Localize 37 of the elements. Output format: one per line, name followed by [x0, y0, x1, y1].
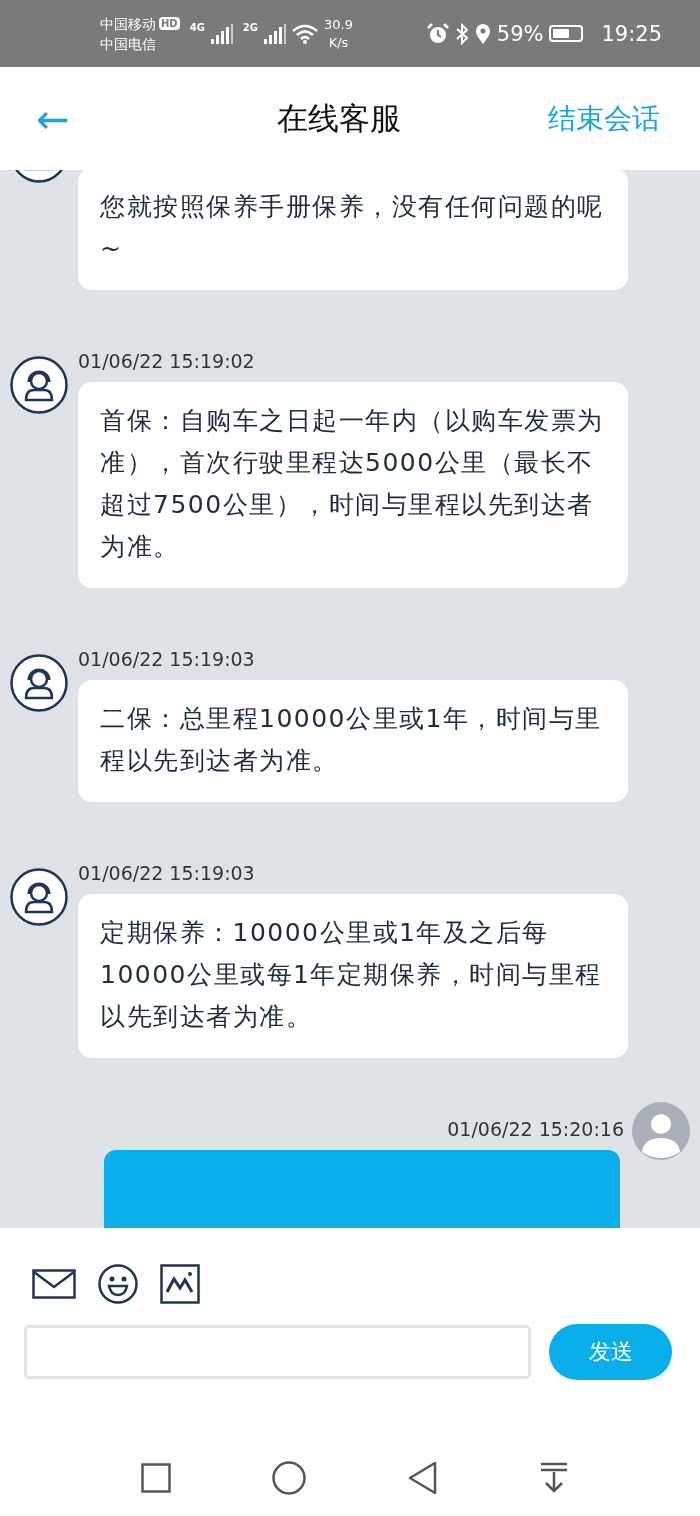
message-timestamp: 01/06/22 15:19:03	[78, 647, 256, 672]
alarm-icon	[426, 22, 449, 45]
battery-percent: 59%	[496, 21, 544, 46]
clock-time: 19:25	[601, 21, 662, 46]
end-chat-button[interactable]: 结束会话	[548, 99, 660, 138]
location-icon	[474, 22, 491, 45]
agent-message-bubble: 首保：自购车之日起一年内（以购车发票为准），首次行驶里程达5000公里（最长不超过7500公里），时间与里程以先到达者为准。	[78, 382, 628, 588]
recent-apps-icon[interactable]	[140, 1463, 171, 1493]
bluetooth-icon	[454, 22, 469, 45]
wifi-icon	[292, 23, 318, 44]
home-icon[interactable]	[272, 1461, 307, 1495]
message-timestamp: 01/06/22 15:19:03	[78, 861, 256, 886]
speed-value: 30.9	[324, 15, 353, 34]
signal-icon	[210, 23, 233, 44]
emoji-icon[interactable]	[98, 1264, 138, 1304]
page-title: 在线客服	[276, 98, 401, 138]
mail-icon[interactable]	[32, 1269, 76, 1299]
agent-message-bubble: 您就按照保养手册保养，没有任何问题的呢~	[78, 170, 628, 290]
send-button[interactable]: 发送	[549, 1324, 672, 1380]
hd-badge: HD	[159, 17, 180, 30]
message-timestamp: 01/06/22 15:19:02	[78, 349, 256, 374]
agent-message-bubble: 定期保养：10000公里或1年及之后每10000公里或每1年定期保养，时间与里程以先到达者为准。	[78, 894, 628, 1058]
signal-icon	[264, 23, 286, 44]
network-type: 4G	[189, 22, 205, 33]
network-type: 2G	[242, 22, 258, 33]
image-icon[interactable]	[160, 1264, 200, 1304]
back-button[interactable]: ←	[36, 98, 70, 139]
battery-icon	[549, 25, 584, 42]
speed-unit: K/s	[328, 33, 349, 52]
notification-pull-icon[interactable]	[539, 1462, 570, 1494]
back-icon[interactable]	[407, 1461, 438, 1495]
user-avatar-icon	[632, 1102, 690, 1160]
message-input[interactable]	[24, 1325, 531, 1379]
agent-message-bubble: 二保：总里程10000公里或1年，时间与里程以先到达者为准。	[78, 680, 628, 802]
message-timestamp: 01/06/22 15:20:16	[447, 1117, 624, 1142]
carrier-name: 中国移动	[100, 14, 156, 34]
carrier-name: 中国电信	[100, 34, 157, 54]
